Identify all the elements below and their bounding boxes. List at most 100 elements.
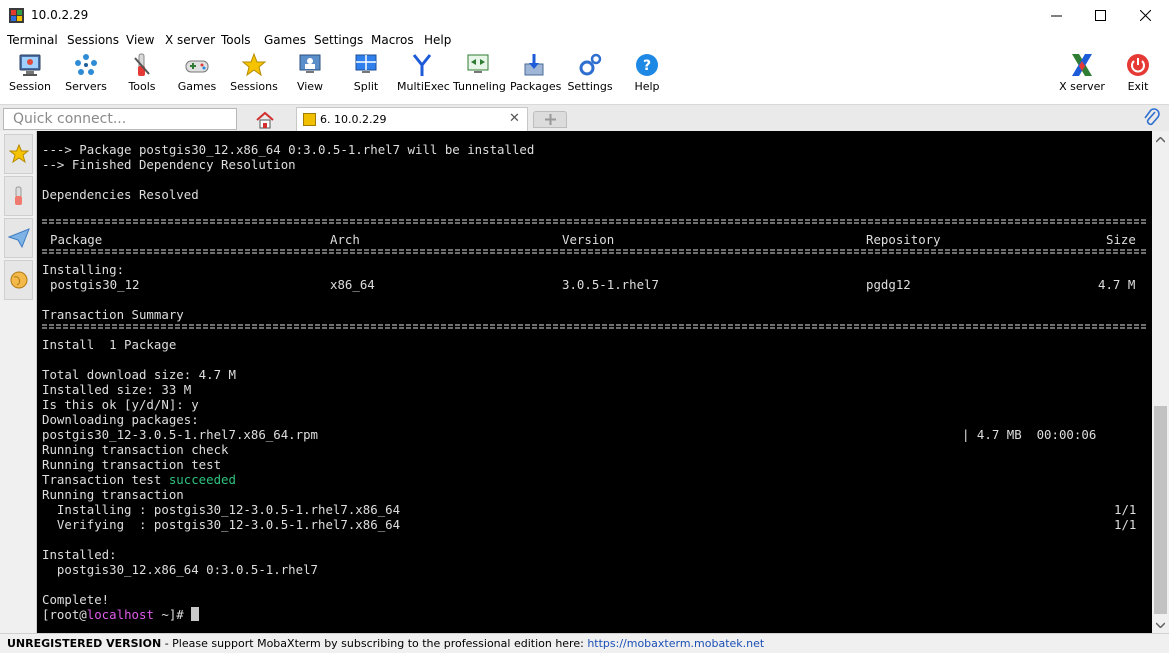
prompt-line: [root@localhost ~]# — [42, 607, 200, 622]
close-icon — [1140, 10, 1151, 21]
sessions-button[interactable]: Sessions — [230, 52, 278, 100]
menu-bar: Terminal Sessions View X server Tools Ga… — [0, 31, 1169, 50]
maximize-icon — [1095, 10, 1106, 21]
menu-games[interactable]: Games — [264, 33, 306, 47]
succeeded-text: succeeded — [168, 472, 236, 487]
prompt-tail: ~]# — [153, 607, 192, 622]
terminal-scrollbar[interactable] — [1152, 131, 1169, 633]
multiexec-button[interactable]: MultiExec — [397, 52, 450, 100]
header-package: Package — [50, 232, 103, 247]
tab-session-10-0-2-29[interactable]: 6. 10.0.2.29 ✕ — [296, 107, 528, 132]
split-button[interactable]: Split — [344, 52, 388, 100]
menu-macros[interactable]: Macros — [371, 33, 414, 47]
menu-x-server[interactable]: X server — [165, 33, 215, 47]
separator-rule — [42, 219, 1146, 224]
tools-label: Tools — [128, 80, 156, 93]
header-version: Version — [562, 232, 615, 247]
paperclip-icon[interactable] — [1143, 108, 1161, 128]
split-icon — [355, 54, 377, 73]
term-line: Transaction test succeeded — [42, 472, 236, 487]
menu-view[interactable]: View — [126, 33, 154, 47]
menu-settings[interactable]: Settings — [314, 33, 363, 47]
packages-icon — [524, 54, 544, 76]
exit-button[interactable]: Exit — [1120, 52, 1156, 100]
menu-tools[interactable]: Tools — [221, 33, 251, 47]
svg-text:?: ? — [643, 58, 651, 74]
term-line: postgis30_12.x86_64 0:3.0.5-1.rhel7 — [42, 562, 319, 577]
left-sidebar — [0, 131, 37, 633]
menu-help[interactable]: Help — [424, 33, 451, 47]
quick-connect-input[interactable]: Quick connect... — [3, 108, 237, 130]
multiexec-label: MultiExec — [397, 80, 450, 93]
x-server-button[interactable]: X server — [1058, 52, 1106, 100]
help-label: Help — [634, 80, 660, 93]
term-line: Verifying : postgis30_12-3.0.5-1.rhel7.x… — [42, 517, 401, 532]
scroll-thumb[interactable] — [1154, 406, 1167, 614]
menu-terminal[interactable]: Terminal — [7, 33, 58, 47]
maximize-button[interactable] — [1078, 0, 1123, 31]
mobatek-link[interactable]: https://mobaxterm.mobatek.net — [587, 637, 764, 650]
close-window-button[interactable] — [1123, 0, 1168, 31]
tab-label: 6. 10.0.2.29 — [320, 113, 387, 126]
sidebar-send-button[interactable] — [4, 218, 33, 258]
view-label: View — [296, 80, 324, 93]
packages-label: Packages — [510, 80, 562, 93]
sidebar-tools-button[interactable] — [4, 176, 33, 216]
new-tab-button[interactable] — [533, 111, 567, 128]
term-line: Installed size: 33 M — [42, 382, 192, 397]
sidebar-macros-button[interactable] — [4, 260, 33, 300]
row-repository: pgdg12 — [866, 277, 911, 292]
view-button[interactable]: View — [288, 52, 332, 100]
row-size: 4.7 M — [1098, 277, 1136, 292]
tab-close-icon[interactable]: ✕ — [509, 111, 520, 126]
minimize-button[interactable] — [1034, 0, 1079, 31]
settings-icon — [579, 53, 602, 76]
plus-icon — [544, 114, 556, 125]
servers-label: Servers — [65, 80, 107, 93]
toolbar: Session Servers Tools Games Sessions Vie… — [0, 50, 1169, 104]
packages-button[interactable]: Packages — [510, 52, 562, 100]
scroll-down-button[interactable] — [1152, 616, 1169, 633]
home-tab[interactable] — [243, 107, 287, 132]
window-title: 10.0.2.29 — [31, 8, 89, 22]
tools-icon — [14, 186, 22, 205]
tunneling-button[interactable]: Tunneling — [453, 52, 506, 100]
session-label: Session — [9, 80, 51, 93]
chevron-up-icon — [1156, 136, 1165, 143]
term-line: Downloading packages: — [42, 412, 199, 427]
sidebar-sessions-button[interactable] — [4, 134, 33, 174]
title-bar: 10.0.2.29 — [0, 0, 1169, 31]
term-line: Complete! — [42, 592, 110, 607]
text-cursor — [191, 607, 200, 621]
terminal-area[interactable]: ---> Package postgis30_12.x86_64 0:3.0.5… — [37, 131, 1152, 633]
term-line: Installing : postgis30_12-3.0.5-1.rhel7.… — [42, 502, 401, 517]
row-arch: x86_64 — [330, 277, 375, 292]
mobaxterm-app-icon — [9, 8, 24, 23]
games-button[interactable]: Games — [175, 52, 219, 100]
help-button[interactable]: ? Help — [625, 52, 669, 100]
settings-button[interactable]: Settings — [567, 52, 613, 100]
status-bar: UNREGISTERED VERSION - Please support Mo… — [0, 633, 1169, 653]
ssh-key-icon — [303, 113, 316, 126]
menu-sessions[interactable]: Sessions — [67, 33, 119, 47]
multiexec-icon — [412, 54, 432, 76]
term-line: Dependencies Resolved — [42, 187, 199, 202]
exit-label: Exit — [1127, 80, 1149, 93]
chevron-down-icon — [1156, 621, 1165, 628]
sessions-label: Sessions — [230, 80, 278, 93]
unregistered-label: UNREGISTERED VERSION — [7, 637, 162, 650]
power-icon — [1127, 54, 1149, 76]
servers-button[interactable]: Servers — [62, 52, 110, 100]
x-server-label: X server — [1059, 80, 1105, 93]
split-label: Split — [353, 80, 379, 93]
session-icon — [19, 54, 41, 76]
games-icon — [185, 60, 209, 73]
verifying-count: 1/1 — [1114, 517, 1137, 532]
session-button[interactable]: Session — [6, 52, 54, 100]
term-text: Transaction test — [42, 472, 169, 487]
tools-button[interactable]: Tools — [120, 52, 164, 100]
row-package: postgis30_12 — [50, 277, 140, 292]
scroll-up-button[interactable] — [1152, 131, 1169, 148]
help-icon: ? — [636, 54, 658, 76]
tools-icon — [134, 53, 150, 76]
